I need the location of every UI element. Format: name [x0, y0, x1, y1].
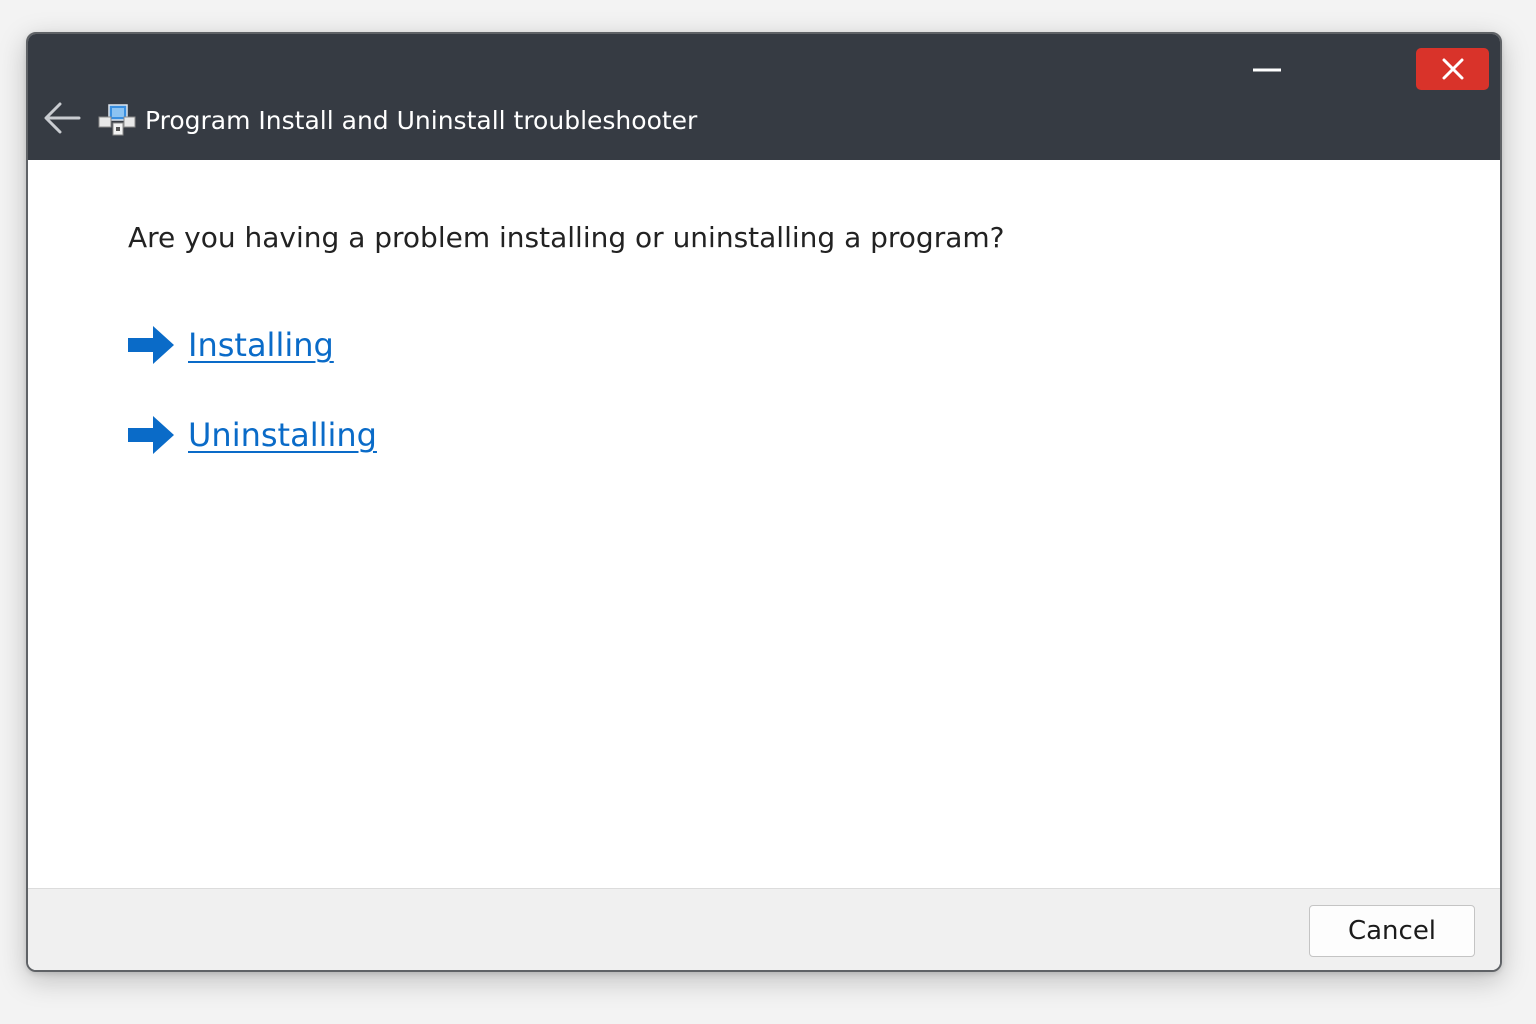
uninstalling-link[interactable]: Uninstalling [188, 413, 377, 457]
back-button[interactable] [40, 98, 84, 138]
blue-right-arrow-icon [128, 416, 174, 454]
blue-right-arrow-icon [128, 326, 174, 364]
title-bar: Program Install and Uninstall troublesho… [28, 34, 1500, 160]
back-arrow-icon [44, 102, 81, 134]
content-area: Are you having a problem installing or u… [28, 160, 1500, 888]
installing-link[interactable]: Installing [188, 323, 334, 367]
question-heading: Are you having a problem installing or u… [128, 221, 1005, 254]
option-uninstalling[interactable]: Uninstalling [128, 410, 377, 460]
close-button[interactable] [1416, 48, 1489, 90]
window-title: Program Install and Uninstall troublesho… [145, 106, 698, 135]
option-installing[interactable]: Installing [128, 320, 334, 370]
minimize-icon [1253, 68, 1281, 72]
cancel-button[interactable]: Cancel [1309, 905, 1475, 957]
minimize-button[interactable] [1228, 48, 1306, 92]
close-icon [1442, 58, 1463, 80]
troubleshooter-app-icon [98, 104, 136, 136]
footer-bar: Cancel [28, 888, 1500, 970]
troubleshooter-window: Program Install and Uninstall troublesho… [26, 32, 1502, 972]
